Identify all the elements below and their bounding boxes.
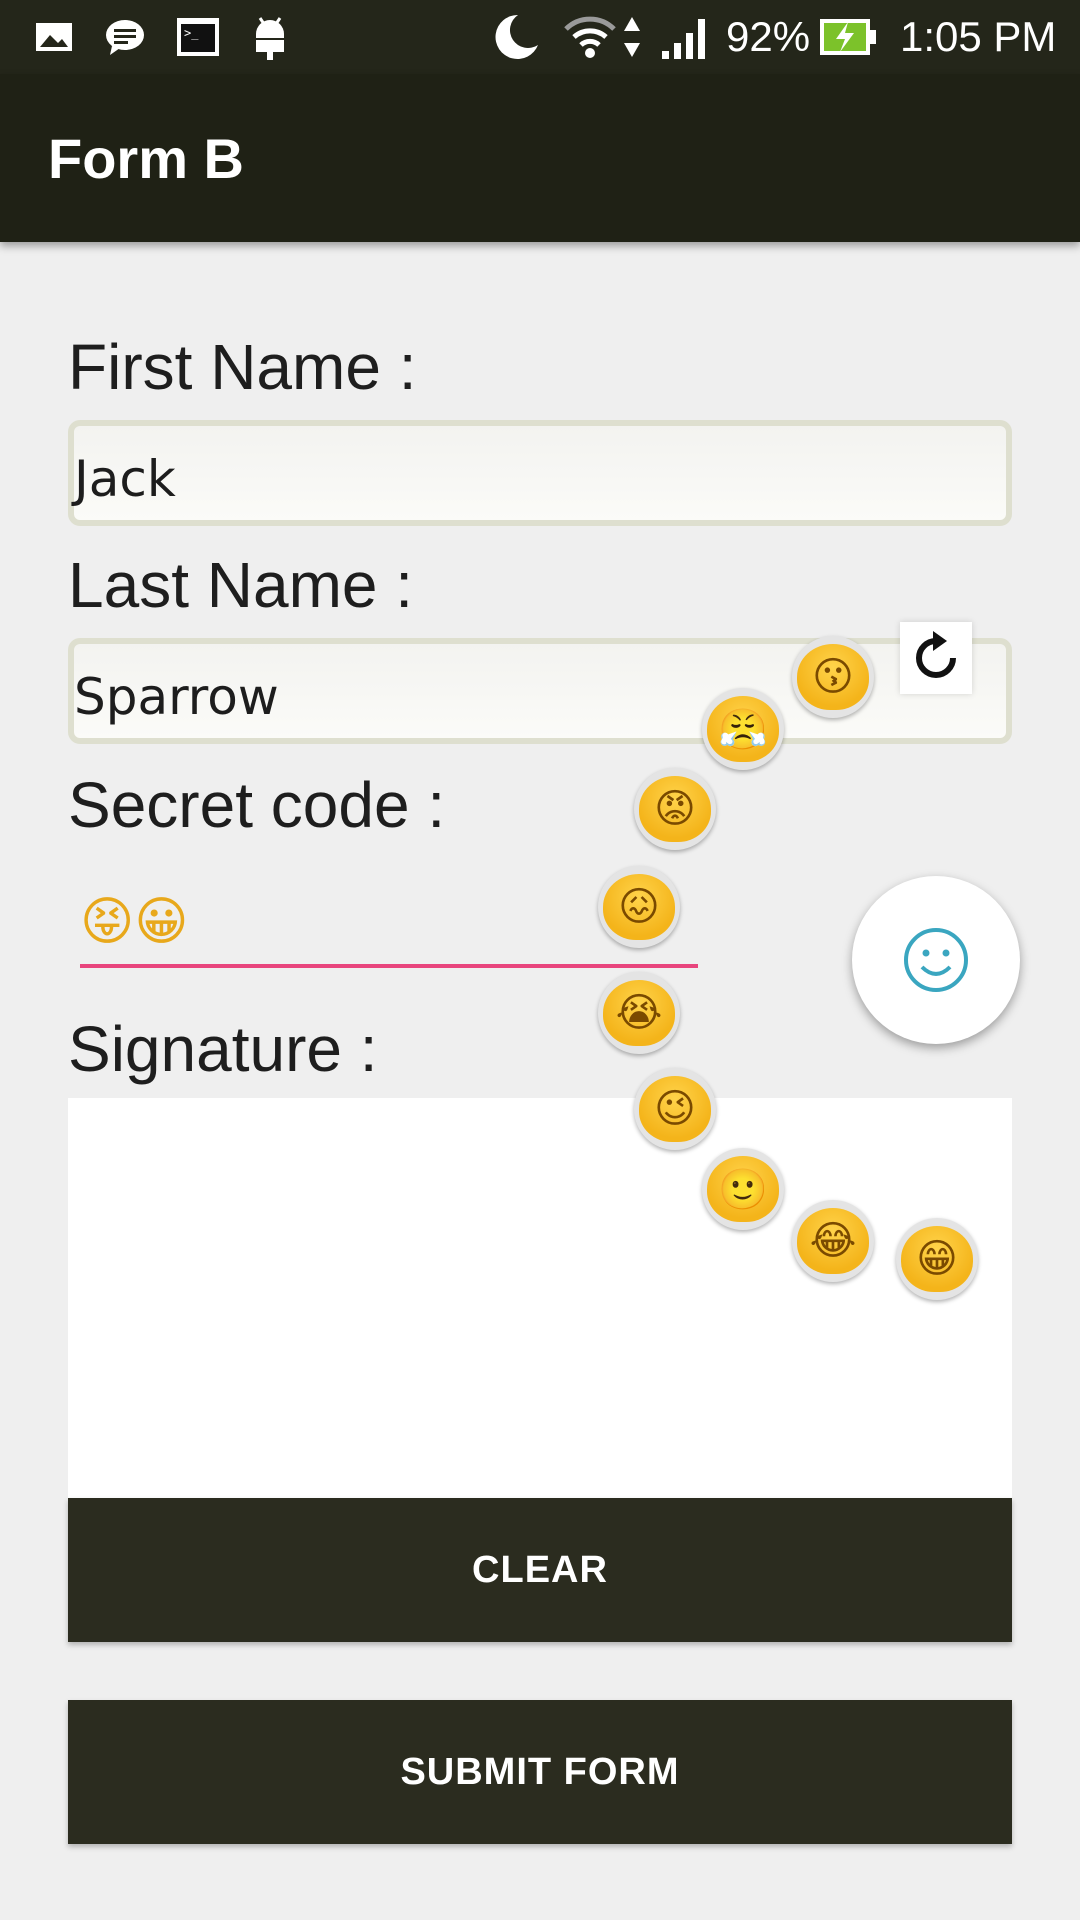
moon-icon (488, 14, 540, 60)
emoji-confounded-icon: 😖 (603, 874, 675, 940)
clear-button[interactable]: CLEAR (68, 1498, 1012, 1642)
emoji-button-3[interactable]: 😡 (634, 768, 716, 850)
emoji-smile-icon: 🙂 (707, 1156, 779, 1222)
submit-form-button[interactable]: SUBMIT FORM (68, 1700, 1012, 1844)
wifi-icon (562, 14, 618, 60)
emoji-button-1[interactable]: 😗 (792, 636, 874, 718)
emoji-fab-button[interactable] (852, 876, 1020, 1044)
emoji-wink-icon: 😉 (639, 1076, 711, 1142)
emoji-triumph-icon: 😤 (707, 696, 779, 762)
emoji-kissing-icon: 😗 (797, 644, 869, 710)
emoji-crying-icon: 😭 (603, 980, 675, 1046)
signal-icon (660, 14, 712, 60)
refresh-icon[interactable] (900, 622, 972, 694)
emoji-button-9[interactable]: 😁 (896, 1218, 978, 1300)
image-icon (34, 14, 74, 60)
emoji-joy-icon: 😂 (797, 1208, 869, 1274)
first-name-field[interactable]: Jack (68, 420, 1012, 526)
first-name-label: First Name : (68, 331, 417, 403)
last-name-label: Last Name : (68, 549, 414, 621)
svg-text:>_: >_ (184, 26, 199, 40)
secret-code-value: 😝😀 (80, 892, 189, 952)
data-arrows-icon (622, 14, 642, 60)
smiley-icon (904, 928, 968, 992)
android-icon (252, 14, 288, 60)
terminal-icon: >_ (176, 14, 220, 60)
emoji-button-8[interactable]: 😂 (792, 1200, 874, 1282)
secret-code-underline (80, 964, 698, 968)
battery-percent: 92% (726, 13, 811, 60)
first-name-value: Jack (74, 450, 176, 508)
clock: 1:05 PM (900, 13, 1057, 60)
emoji-button-5[interactable]: 😭 (598, 972, 680, 1054)
page-title: Form B (48, 127, 244, 190)
emoji-button-4[interactable]: 😖 (598, 866, 680, 948)
signature-pad[interactable] (68, 1098, 1012, 1498)
emoji-button-2[interactable]: 😤 (702, 688, 784, 770)
secret-code-label: Secret code : (68, 769, 446, 841)
emoji-angry-icon: 😡 (639, 776, 711, 842)
message-icon (104, 14, 146, 60)
status-bar: >_ 92% 1:05 PM (0, 0, 1080, 74)
signature-label: Signature : (68, 1013, 378, 1085)
battery-charging-icon (818, 14, 878, 60)
emoji-button-6[interactable]: 😉 (634, 1068, 716, 1150)
last-name-value: Sparrow (74, 668, 279, 726)
emoji-button-7[interactable]: 🙂 (702, 1148, 784, 1230)
app-bar: Form B (0, 74, 1080, 242)
emoji-grin-icon: 😁 (901, 1226, 973, 1292)
